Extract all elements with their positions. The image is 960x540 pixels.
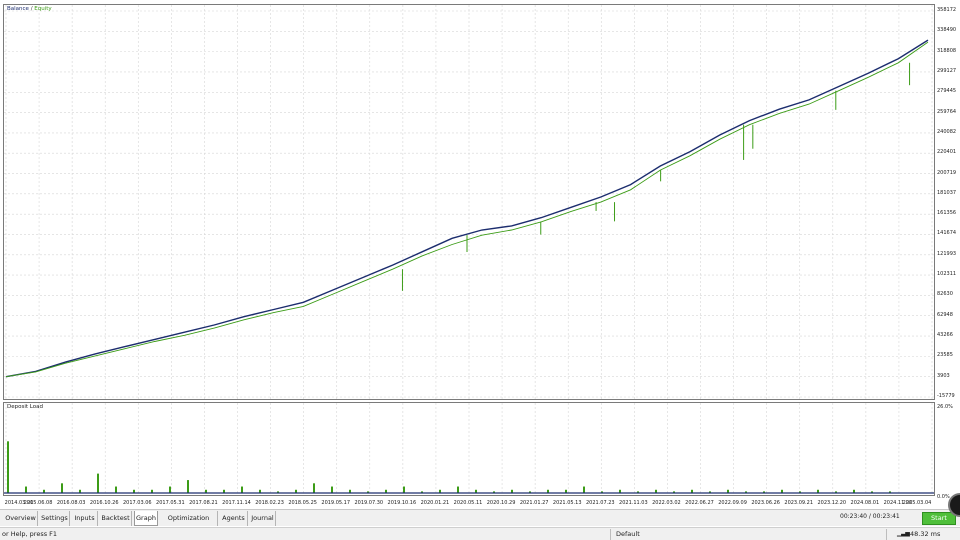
balance-line xyxy=(5,39,929,378)
deposit-load-bar xyxy=(403,486,405,493)
y-tick-label: 220401 xyxy=(937,149,957,156)
x-tick-label: 2020.05.11 xyxy=(453,500,483,506)
deposit-load-bar xyxy=(97,473,99,493)
x-tick-label: 2018.05.25 xyxy=(288,500,317,506)
x-tick-label: 2024.08.01 xyxy=(850,500,880,506)
y-tick-label: 102311 xyxy=(937,271,957,278)
deposit-load-bar xyxy=(115,486,117,493)
deposit-load-bar xyxy=(313,483,315,493)
y-tick-label: 141674 xyxy=(937,230,957,237)
y-tick-label: 23585 xyxy=(937,352,953,359)
x-tick-label: 2017.08.21 xyxy=(189,500,218,506)
x-tick-label: 2023.06.26 xyxy=(751,500,780,506)
deposit-load-bar xyxy=(241,486,243,493)
y-tick-label: 161356 xyxy=(937,210,957,217)
tab-journal[interactable]: Journal xyxy=(250,511,276,526)
x-tick-label: 2023.12.20 xyxy=(817,500,847,506)
x-tick-label: 2023.09.21 xyxy=(784,500,814,506)
elapsed-timer: 00:23:40 / 00:23:41 xyxy=(840,513,900,520)
x-tick-label: 2021.01.27 xyxy=(519,500,549,506)
tab-graph[interactable]: Graph xyxy=(134,511,158,526)
deposit-load-bar xyxy=(61,483,63,493)
x-tick-label: 2016.08.03 xyxy=(56,500,86,506)
tab-backtest[interactable]: Backtest xyxy=(100,511,132,526)
status-divider xyxy=(610,529,611,540)
help-hint: or Help, press F1 xyxy=(2,530,58,538)
y-tick-label: 259764 xyxy=(937,108,957,115)
deposit-load-bar xyxy=(583,486,585,493)
deposit-load-bar xyxy=(169,486,171,493)
x-tick-label: 2021.05.13 xyxy=(552,500,582,506)
tab-optimization-results[interactable]: Optimization Results xyxy=(160,511,218,537)
y-tick-label: 62948 xyxy=(937,311,953,318)
y-tick-label: 240082 xyxy=(937,128,957,135)
y-tick-label: 299127 xyxy=(937,67,957,74)
deposit-tick-label: 0.0% xyxy=(937,494,950,500)
deposit-load-bar xyxy=(457,486,459,493)
balance-equity-chart: Balance / Equity xyxy=(3,4,935,400)
x-tick-label: 2019.07.30 xyxy=(354,500,384,506)
deposit-load-chart: Deposit Load xyxy=(3,402,935,496)
legend-balance: Balance xyxy=(7,6,29,12)
deposit-tick-label: 26.0% xyxy=(937,404,953,410)
legend-equity: Equity xyxy=(34,6,52,12)
deposit-load-bar xyxy=(331,486,333,493)
x-axis-labels: 2014.03.20 2015.06.08 2016.08.03 2016.10.26… xyxy=(3,497,935,509)
x-tick-label: 2025.03.04 xyxy=(902,500,932,506)
ping-value: 48.32 ms xyxy=(910,530,941,538)
status-divider xyxy=(886,529,887,540)
x-tick-label: 2017.05.31 xyxy=(156,500,185,506)
status-bar: or Help, press F1 Default ▁▃▅ 48.32 ms xyxy=(0,527,960,540)
x-tick-label: 2021.11.03 xyxy=(619,500,648,506)
x-tick-label: 2021.07.23 xyxy=(585,500,615,506)
deposit-load-plot xyxy=(4,403,934,495)
y-tick-label: 43266 xyxy=(937,332,953,339)
legend-separator: / xyxy=(30,6,33,12)
tab-settings[interactable]: Settings xyxy=(40,511,70,526)
x-tick-label: 2016.10.26 xyxy=(89,500,119,506)
x-tick-label: 2017.11.14 xyxy=(222,500,251,506)
profile-name: Default xyxy=(616,530,640,538)
y-tick-label: 200719 xyxy=(937,169,957,176)
signal-bars-icon: ▁▃▅ xyxy=(897,530,910,537)
balance-equity-plot xyxy=(4,5,934,399)
y-tick-label: 3903 xyxy=(937,372,950,379)
y-tick-label: -15779 xyxy=(937,393,955,399)
tester-tabbar: Overview Settings Inputs Backtest Graph Optim… xyxy=(0,509,960,537)
deposit-load-bar xyxy=(187,480,189,493)
x-tick-label: 2015.06.08 xyxy=(23,500,53,506)
y-tick-label: 318808 xyxy=(937,47,957,54)
x-tick-label: 2020.01.21 xyxy=(420,500,450,506)
x-tick-label: 2018.02.23 xyxy=(255,500,284,506)
x-tick-label: 2022.06.27 xyxy=(685,500,714,506)
x-tick-label: 2020.10.29 xyxy=(486,500,516,506)
x-tick-label: 2017.03.06 xyxy=(122,500,152,506)
y-tick-label: 121993 xyxy=(937,250,957,257)
deposit-load-bar xyxy=(25,486,27,493)
y-tick-label: 279445 xyxy=(937,88,957,95)
strategy-tester-window: Balance / Equity Deposit Load 358172 3384… xyxy=(0,0,960,540)
deposit-load-title: Deposit Load xyxy=(7,404,43,410)
y-tick-label: 358172 xyxy=(937,7,957,13)
tab-agents[interactable]: Agents xyxy=(220,511,248,526)
deposit-load-bar xyxy=(7,441,9,493)
tab-inputs[interactable]: Inputs xyxy=(72,511,98,526)
y-tick-label: 338490 xyxy=(937,27,957,34)
x-tick-label: 2022.03.02 xyxy=(652,500,681,506)
tab-overview[interactable]: Overview xyxy=(4,511,38,526)
y-tick-label: 181037 xyxy=(937,189,957,196)
x-tick-label: 2022.09.09 xyxy=(718,500,747,506)
x-tick-label: 2019.05.17 xyxy=(321,500,351,506)
y-tick-label: 82630 xyxy=(937,291,953,298)
x-tick-label: 2019.10.16 xyxy=(387,500,417,506)
chart-legend: Balance / Equity xyxy=(7,6,52,12)
start-button[interactable]: Start xyxy=(922,512,956,525)
